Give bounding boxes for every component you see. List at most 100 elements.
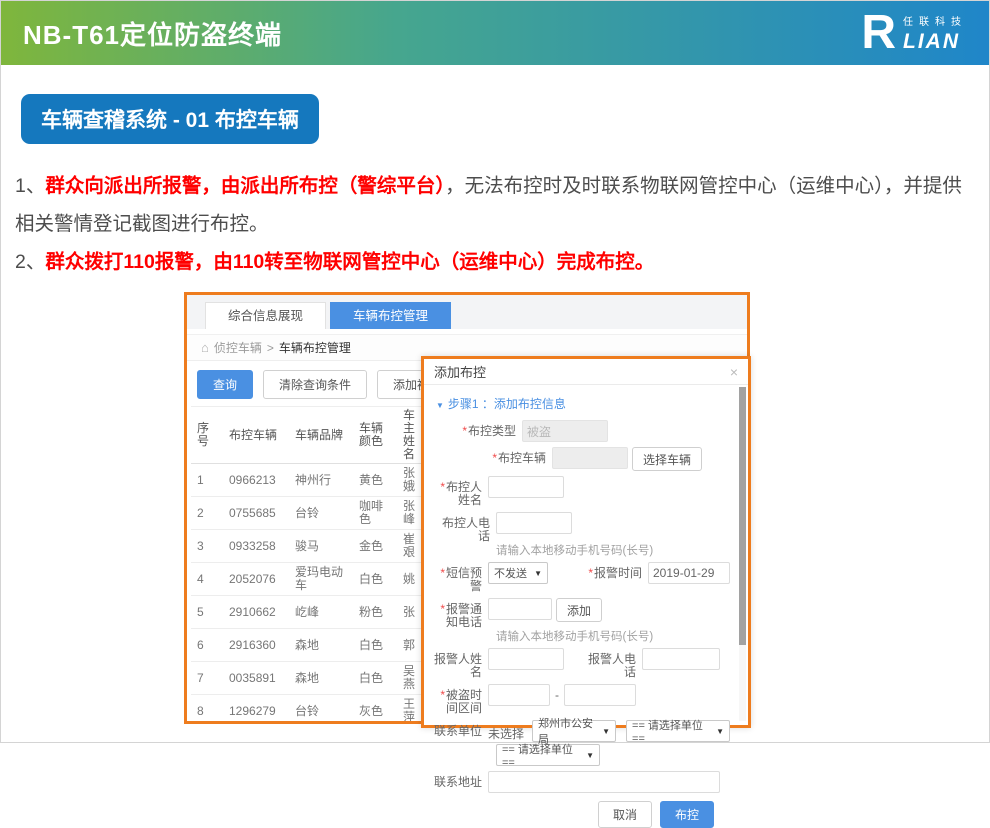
- field-label: *短信预警: [432, 562, 488, 593]
- close-icon[interactable]: ×: [730, 364, 738, 380]
- breadcrumb-parent[interactable]: 侦控车辆: [214, 339, 262, 356]
- period-dash: -: [550, 684, 564, 702]
- table-cell: 台铃: [289, 695, 353, 725]
- logo-lian-text: LIAN: [903, 30, 967, 54]
- field-label: *报警通知电话: [432, 598, 488, 629]
- chevron-down-icon: ▼: [586, 751, 594, 760]
- table-cell: 0035891: [223, 662, 289, 695]
- field-person-phone: 布控人电话: [432, 512, 730, 543]
- modal-body: ▼步骤1 ：添加布控信息 *布控类型 *布控车辆 选择车辆 *布控人姓名 布控人…: [424, 385, 748, 828]
- section-badge: 车辆查稽系统 - 01 布控车辆: [21, 94, 319, 144]
- chevron-down-icon: ▼: [534, 569, 542, 578]
- table-cell: 7: [191, 662, 223, 695]
- table-cell: 灰色: [353, 695, 397, 725]
- period-start-input[interactable]: [488, 684, 550, 706]
- notify-phone-input[interactable]: [488, 598, 552, 620]
- field-label: *布控人姓名: [432, 476, 488, 507]
- table-cell: 白色: [353, 629, 397, 662]
- list-number: 2、: [15, 251, 45, 273]
- field-control-vehicle: *布控车辆 选择车辆: [432, 447, 730, 471]
- table-header-cell: 车辆颜色: [353, 407, 397, 464]
- table-cell: 台铃: [289, 497, 353, 530]
- breadcrumb-current: 车辆布控管理: [279, 339, 351, 356]
- home-icon: ⌂: [201, 340, 209, 355]
- table-header-cell: 序号: [191, 407, 223, 464]
- table-cell: 爱玛电动车: [289, 563, 353, 596]
- instruction-item-2: 2、群众拨打110报警，由110转至物联网管控中心（运维中心）完成布控。: [15, 243, 967, 281]
- table-cell: 0755685: [223, 497, 289, 530]
- table-cell: 1296279: [223, 695, 289, 725]
- table-header-cell: 布控车辆: [223, 407, 289, 464]
- table-cell: 0933258: [223, 530, 289, 563]
- table-cell: 咖啡色: [353, 497, 397, 530]
- field-label: 报警人电话: [582, 648, 642, 679]
- alarm-time-input[interactable]: [648, 562, 730, 584]
- field-person-name: *布控人姓名: [432, 476, 730, 507]
- table-cell: 屹峰: [289, 596, 353, 629]
- contact-address-input[interactable]: [488, 771, 720, 793]
- tab-vehicle-control[interactable]: 车辆布控管理: [330, 302, 451, 329]
- list-number: 1、: [15, 175, 45, 197]
- table-cell: 2052076: [223, 563, 289, 596]
- slide: { "slide": { "header": { "title": "NB-T6…: [0, 0, 990, 743]
- page-title: NB-T61定位防盗终端: [23, 15, 282, 52]
- table-cell: 0966213: [223, 464, 289, 497]
- unit-select-3[interactable]: == 请选择单位 ==▼: [496, 744, 600, 766]
- cancel-button[interactable]: 取消: [598, 801, 652, 828]
- reporter-phone-input[interactable]: [642, 648, 720, 670]
- table-cell: 森地: [289, 662, 353, 695]
- field-stolen-period: *被盗时间区间 -: [432, 684, 730, 715]
- table-cell: 2: [191, 497, 223, 530]
- table-cell: 6: [191, 629, 223, 662]
- notify-phone-hint: 请输入本地移动手机号码(长号): [496, 630, 730, 644]
- collapse-triangle-icon[interactable]: ▼: [436, 401, 444, 410]
- unit-unselected-text: 未选择: [488, 720, 524, 742]
- company-logo: R 任联科技 LIAN: [861, 11, 967, 54]
- chevron-down-icon: ▼: [716, 727, 724, 736]
- table-cell: 粉色: [353, 596, 397, 629]
- table-cell: 神州行: [289, 464, 353, 497]
- field-notify-phone: *报警通知电话 添加: [432, 598, 730, 629]
- scrollbar-thumb[interactable]: [739, 387, 746, 645]
- unit-select-city[interactable]: 郑州市公安局▼: [532, 720, 616, 742]
- tab-bar: 综合信息展现 车辆布控管理: [187, 295, 747, 329]
- choose-vehicle-button[interactable]: 选择车辆: [632, 447, 702, 471]
- field-label: 报警人姓名: [432, 648, 488, 679]
- modal-scrollbar[interactable]: [739, 387, 746, 721]
- table-cell: 骏马: [289, 530, 353, 563]
- field-control-type: *布控类型: [432, 420, 730, 442]
- field-label: *布控类型: [432, 420, 522, 438]
- field-label: *报警时间: [572, 562, 648, 580]
- period-end-input[interactable]: [564, 684, 636, 706]
- add-phone-button[interactable]: 添加: [556, 598, 602, 622]
- field-contact-unit: 联系单位 未选择 郑州市公安局▼ == 请选择单位 ==▼: [432, 720, 730, 742]
- modal-header: 添加布控 ×: [424, 359, 748, 385]
- field-reporter: 报警人姓名 报警人电话: [432, 648, 730, 679]
- confirm-control-button[interactable]: 布控: [660, 801, 714, 828]
- table-cell: 4: [191, 563, 223, 596]
- reporter-name-input[interactable]: [488, 648, 564, 670]
- table-cell: 3: [191, 530, 223, 563]
- clear-query-button[interactable]: 清除查询条件: [263, 370, 367, 399]
- unit-select-2[interactable]: == 请选择单位 ==▼: [626, 720, 730, 742]
- tab-info-display[interactable]: 综合信息展现: [205, 302, 326, 329]
- table-cell: 森地: [289, 629, 353, 662]
- logo-company-name: 任联科技: [903, 13, 967, 28]
- logo-r-mark: R: [861, 11, 896, 54]
- control-vehicle-input[interactable]: [552, 447, 628, 469]
- sms-alert-select[interactable]: 不发送▼: [488, 562, 548, 584]
- table-cell: 金色: [353, 530, 397, 563]
- instruction-text: 1、群众向派出所报警，由派出所布控（警综平台），无法布控时及时联系物联网管控中心…: [15, 167, 967, 281]
- add-control-modal: 添加布控 × ▼步骤1 ：添加布控信息 *布控类型 *布控车辆 选择车辆 *布控…: [421, 356, 751, 728]
- field-sms-and-time: *短信预警 不发送▼ *报警时间: [432, 562, 730, 593]
- control-person-phone-input[interactable]: [496, 512, 572, 534]
- control-person-name-input[interactable]: [488, 476, 564, 498]
- query-button[interactable]: 查询: [197, 370, 253, 399]
- instruction-item-1: 1、群众向派出所报警，由派出所布控（警综平台），无法布控时及时联系物联网管控中心…: [15, 167, 967, 243]
- table-cell: 白色: [353, 563, 397, 596]
- table-cell: 黄色: [353, 464, 397, 497]
- table-cell: 2916360: [223, 629, 289, 662]
- table-cell: 1: [191, 464, 223, 497]
- table-cell: 白色: [353, 662, 397, 695]
- highlighted-text: 群众拨打110报警，由110转至物联网管控中心（运维中心）完成布控。: [45, 251, 654, 273]
